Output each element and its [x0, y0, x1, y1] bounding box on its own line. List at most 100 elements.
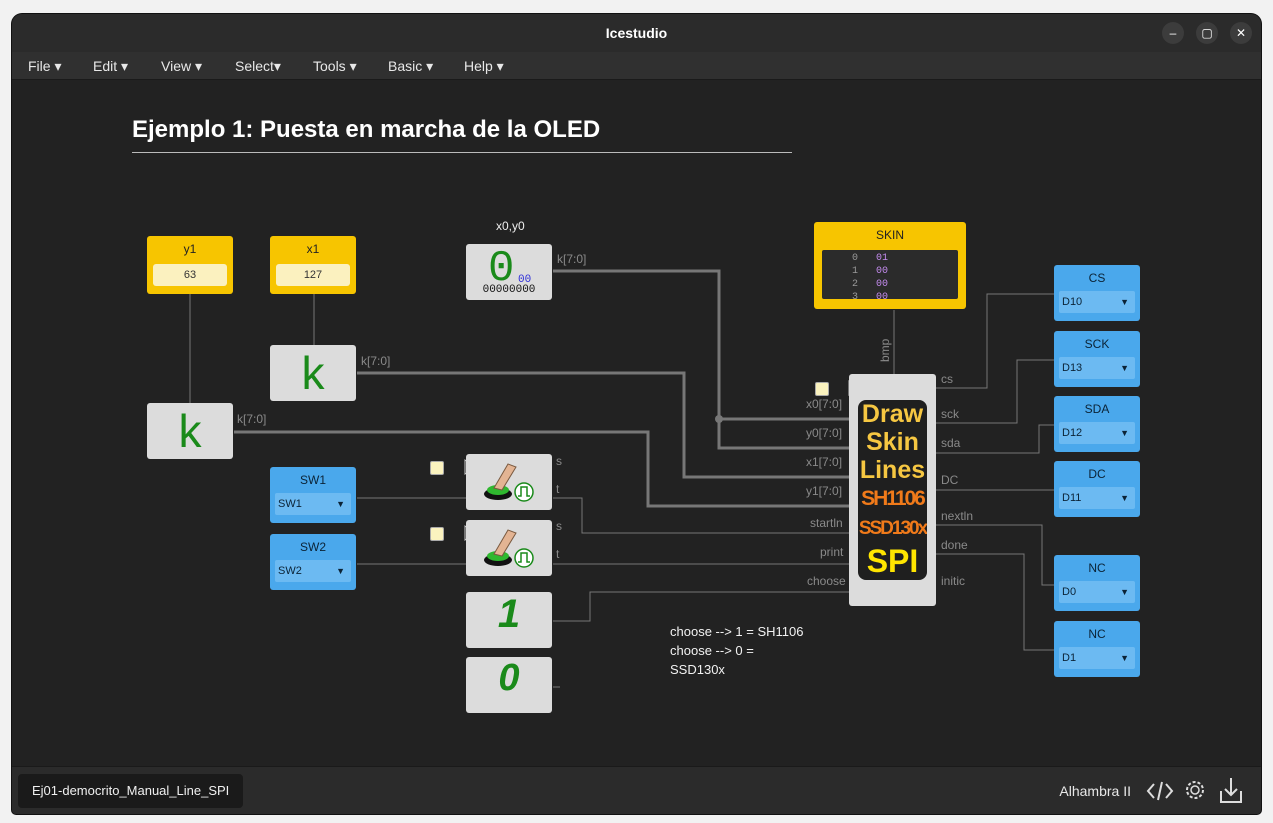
port-nextln: nextln: [941, 509, 974, 523]
chevron-down-icon: ▼: [1120, 653, 1129, 663]
x0y0-port-label: k[7:0]: [557, 252, 587, 266]
output-cs-pin-select[interactable]: D10 ▼: [1059, 291, 1135, 313]
push-button-icon: [484, 529, 534, 568]
constant-y1[interactable]: y1 63: [147, 236, 233, 294]
menu-basic[interactable]: Basic ▾: [388, 58, 433, 75]
constant-y1-value[interactable]: 63: [153, 264, 227, 286]
constant-bit-1[interactable]: 1: [466, 592, 552, 648]
bit-1-glyph: 1: [497, 592, 521, 636]
input-sw1[interactable]: SW1 SW1 ▼: [270, 467, 356, 523]
constant-x1-value[interactable]: 127: [276, 264, 350, 286]
chevron-down-icon: ▼: [1120, 493, 1129, 503]
port-x1: x1[7:0]: [806, 455, 843, 469]
output-dc-label: DC: [1088, 467, 1106, 481]
port-sck: sck: [941, 407, 959, 421]
chevron-down-icon: ▼: [1120, 297, 1129, 307]
port-sda: sda: [941, 436, 961, 450]
output-cs[interactable]: CS D10 ▼: [1054, 265, 1140, 321]
bit-0-glyph: 0: [498, 657, 520, 699]
main-clock-pin[interactable]: [815, 382, 829, 396]
port-print: print: [820, 545, 844, 559]
upload-icon[interactable]: [1218, 775, 1244, 805]
menu-tools[interactable]: Tools ▾: [313, 58, 357, 75]
x0y0-bin: 00000000: [482, 284, 536, 296]
output-dc-pin-select[interactable]: D11 ▼: [1059, 487, 1135, 509]
chevron-down-icon: ▼: [1120, 587, 1129, 597]
output-sck-label: SCK: [1084, 337, 1110, 351]
output-nc-1-pin-select[interactable]: D0 ▼: [1059, 581, 1135, 603]
wire-x0: [553, 269, 849, 421]
code-icon[interactable]: [1146, 779, 1174, 803]
bmp-port-label: bmp: [878, 338, 892, 362]
port-done: done: [941, 538, 968, 552]
k-block-y1[interactable]: k: [147, 403, 233, 459]
menu-select[interactable]: Select▾: [235, 58, 281, 75]
window-title: Icestudio: [605, 25, 668, 41]
menu-edit[interactable]: Edit ▾: [93, 58, 128, 75]
output-sda-pin-select[interactable]: D12 ▼: [1059, 422, 1135, 444]
menu-view[interactable]: View ▾: [161, 58, 202, 75]
skin-memory-editor[interactable]: 0 01 1 00 2 00 3 00: [822, 250, 958, 303]
app-window: Icestudio – ▢ ✕ File ▾ Edit ▾ View ▾ Sel…: [12, 14, 1261, 814]
build-gear-icon[interactable]: [1182, 777, 1208, 803]
output-sck[interactable]: SCK D13 ▼: [1054, 331, 1140, 387]
port-cs: cs: [941, 372, 953, 386]
k-x1-port-label: k[7:0]: [361, 354, 391, 368]
push-button-icon: [484, 463, 534, 502]
output-nc-1[interactable]: NC D0 ▼: [1054, 555, 1140, 611]
button-block-1[interactable]: [466, 454, 552, 510]
menu-help[interactable]: Help ▾: [464, 58, 504, 75]
board-name[interactable]: Alhambra II: [1059, 783, 1131, 799]
constant-x1[interactable]: x1 127: [270, 236, 356, 294]
x0y0-title: x0,y0: [496, 219, 525, 233]
sw2-pin-select[interactable]: SW2 ▼: [275, 560, 351, 582]
btn1-s-label: s: [556, 454, 562, 468]
footer-bar: Ej01-democrito_Manual_Line_SPI Alhambra …: [12, 766, 1261, 814]
output-sda[interactable]: SDA D12 ▼: [1054, 396, 1140, 452]
output-cs-label: CS: [1088, 271, 1106, 285]
menu-file[interactable]: File ▾: [28, 58, 61, 75]
k-y1-port-label: k[7:0]: [237, 412, 267, 426]
skin-label: SKIN: [875, 228, 904, 242]
btn2-clock-pin[interactable]: [430, 527, 444, 541]
input-sw2[interactable]: SW2 SW2 ▼: [270, 534, 356, 590]
skin-memory-block[interactable]: SKIN 0 01 1 00 2 00 3 00: [814, 222, 966, 309]
info-note[interactable]: choose --> 1 = SH1106 choose --> 0 = SSD…: [670, 622, 803, 679]
wire-btn1-startln: [553, 497, 849, 534]
output-nc-2-pin-select[interactable]: D1 ▼: [1059, 647, 1135, 669]
port-startln: startln: [810, 516, 843, 530]
maximize-button[interactable]: ▢: [1196, 22, 1218, 44]
titlebar: Icestudio – ▢ ✕: [12, 14, 1261, 52]
output-sck-pin-select[interactable]: D13 ▼: [1059, 357, 1135, 379]
port-x0: x0[7:0]: [806, 397, 843, 411]
sw1-label: SW1: [299, 473, 326, 487]
constant-x1-label: x1: [306, 242, 320, 256]
chevron-down-icon: ▼: [336, 499, 345, 509]
constant-y1-label: y1: [183, 242, 197, 256]
design-canvas[interactable]: Ejemplo 1: Puesta en marcha de la OLED y…: [12, 80, 1261, 766]
port-initic: initic: [941, 574, 966, 588]
output-sda-label: SDA: [1084, 402, 1110, 416]
constant-x0y0-block[interactable]: 0 00 00000000: [466, 244, 552, 300]
wire-done: [936, 553, 1054, 651]
menubar: File ▾ Edit ▾ View ▾ Select▾ Tools ▾ Bas…: [12, 52, 1261, 80]
btn2-t-label: t: [556, 547, 560, 561]
constant-bit-0[interactable]: 0: [466, 657, 552, 713]
k-block-x1[interactable]: k: [270, 345, 356, 401]
wire-junction: [715, 415, 723, 423]
port-y0: y0[7:0]: [806, 426, 843, 440]
close-button[interactable]: ✕: [1230, 22, 1252, 44]
btn1-clock-pin[interactable]: [430, 461, 444, 475]
port-choose: choose: [807, 574, 846, 588]
output-nc-2-label: NC: [1088, 627, 1106, 641]
oled-driver-module[interactable]: Draw Skin Lines SH1106 SSD130x SPI: [849, 374, 936, 606]
output-dc[interactable]: DC D11 ▼: [1054, 461, 1140, 517]
project-tab[interactable]: Ej01-democrito_Manual_Line_SPI: [18, 774, 244, 808]
chevron-down-icon: ▼: [1120, 428, 1129, 438]
sw1-pin-select[interactable]: SW1 ▼: [275, 493, 351, 515]
sw2-label: SW2: [299, 540, 326, 554]
output-nc-2[interactable]: NC D1 ▼: [1054, 621, 1140, 677]
oled-module-icon: Draw Skin Lines SH1106 SSD130x SPI: [858, 400, 927, 580]
minimize-button[interactable]: –: [1162, 22, 1184, 44]
button-block-2[interactable]: [466, 520, 552, 576]
